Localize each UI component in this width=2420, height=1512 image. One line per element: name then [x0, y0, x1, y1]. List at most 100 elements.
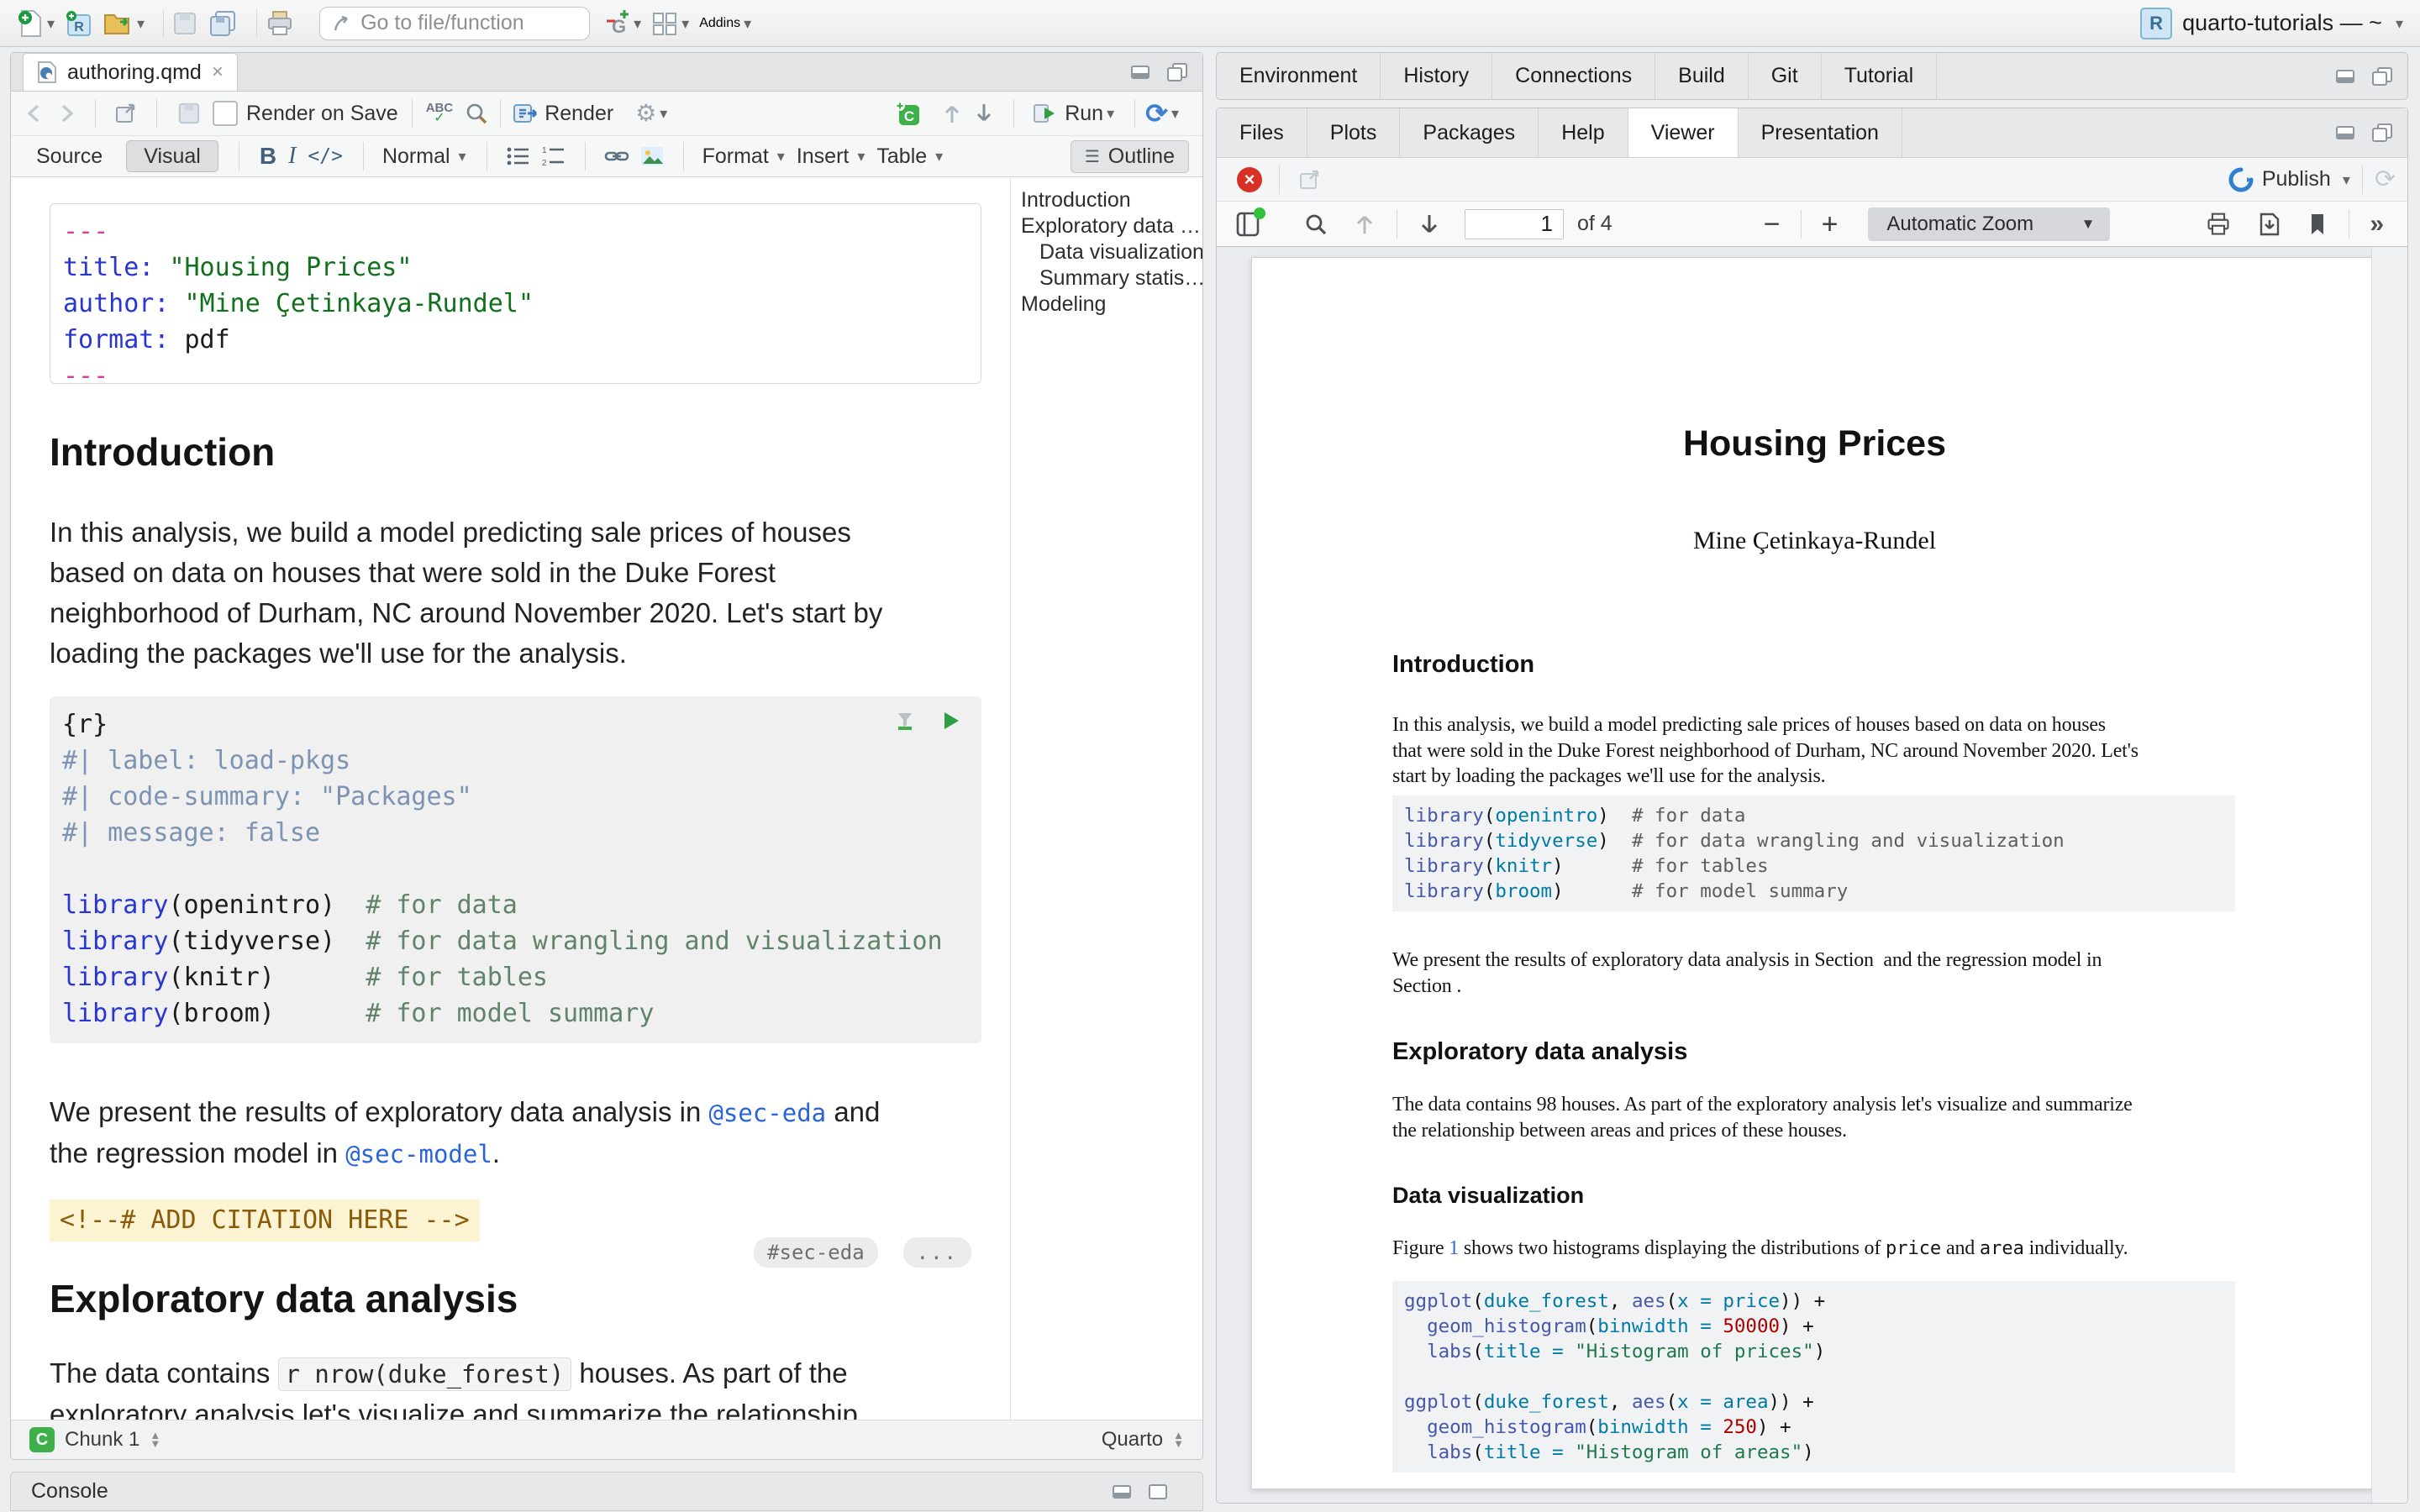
numbered-list-icon[interactable]: 12 [541, 145, 566, 167]
tab-close-icon[interactable]: × [212, 60, 224, 84]
format-menu[interactable]: Format▾ [702, 144, 785, 169]
render-on-save-checkbox[interactable] [213, 101, 238, 126]
visual-editor-canvas[interactable]: ---title: "Housing Prices"author: "Mine … [11, 177, 1010, 1420]
insert-menu[interactable]: Insert▾ [797, 144, 865, 169]
bold-button[interactable]: B [260, 143, 276, 170]
pane-tab-connections[interactable]: Connections [1492, 53, 1655, 99]
pdf-sidebar-toggle[interactable] [1235, 211, 1260, 238]
chunk-options-icon[interactable] [894, 710, 916, 732]
pdf-zoom-select[interactable]: Automatic Zoom ▼ [1868, 207, 2110, 241]
maximize-pane-icon[interactable] [2370, 123, 2394, 143]
pdf-prev-page-icon-disabled[interactable] [1355, 213, 1375, 236]
chunk-nav-arrows[interactable]: ▲▼ [150, 1431, 160, 1448]
forward-icon[interactable] [55, 102, 76, 124]
minimize-pane-icon[interactable] [1130, 63, 1152, 81]
pane-tab-tutorial[interactable]: Tutorial [1822, 53, 1937, 99]
viewer-popout-icon-disabled[interactable] [1298, 169, 1322, 191]
minimize-pane-icon[interactable] [1112, 1483, 1134, 1501]
run-previous-icon[interactable] [941, 102, 963, 125]
pdf-page-input[interactable] [1465, 209, 1564, 239]
outline-item[interactable]: Summary statis… [1011, 265, 1202, 291]
pdf-more-tools-button[interactable]: » [2370, 210, 2384, 239]
visual-mode-button[interactable]: Visual [126, 140, 218, 172]
doc-type-arrows[interactable]: ▲▼ [1173, 1431, 1184, 1448]
pdf-bookmark-icon[interactable] [2308, 212, 2327, 237]
find-replace-icon[interactable] [465, 102, 488, 125]
section-id-badge[interactable]: #sec-eda [754, 1237, 878, 1268]
paragraph-style-select[interactable]: Normal▾ [382, 144, 466, 169]
outline-item[interactable]: Data visualization [1011, 239, 1202, 265]
refresh-icon-disabled[interactable]: ⟳ [2375, 167, 2396, 192]
pane-tab-history[interactable]: History [1381, 53, 1492, 99]
maximize-pane-icon[interactable] [2370, 66, 2394, 87]
outline-item[interactable]: Modeling [1011, 291, 1202, 318]
bullet-list-icon[interactable] [506, 145, 531, 167]
pane-tab-environment[interactable]: Environment [1217, 53, 1381, 99]
chunk-indicator[interactable]: Chunk 1 [65, 1428, 139, 1452]
maximize-pane-icon[interactable] [1147, 1483, 1169, 1501]
tab-authoring-qmd[interactable]: authoring.qmd × [23, 53, 238, 91]
popout-icon[interactable] [114, 102, 138, 124]
minimize-pane-icon[interactable] [2335, 67, 2357, 86]
pane-tab-presentation[interactable]: Presentation [1739, 108, 1902, 157]
insert-chunk-button[interactable]: C [894, 100, 921, 127]
run-button[interactable]: Run ▾ [1033, 102, 1114, 126]
back-icon[interactable] [24, 102, 46, 124]
source-mode-button[interactable]: Source [24, 144, 114, 169]
pdf-scrollbar[interactable] [2371, 247, 2407, 1503]
pdf-print-icon[interactable] [2206, 212, 2231, 237]
publish-button[interactable]: Publish ▾ [2228, 167, 2350, 192]
version-control-button[interactable]: G ▾ [605, 9, 641, 38]
rerun-button[interactable]: ⟳ ▾ [1145, 100, 1179, 127]
save-button-disabled[interactable] [172, 11, 197, 36]
pane-tab-build[interactable]: Build [1655, 53, 1749, 99]
pdf-download-icon[interactable] [2258, 212, 2281, 237]
goto-file-search[interactable]: Go to file/function [319, 7, 590, 40]
pdf-zoom-out-button[interactable]: − [1764, 210, 1781, 239]
outline-item[interactable]: Introduction [1011, 187, 1202, 213]
clear-viewer-button[interactable]: × [1237, 167, 1262, 192]
new-file-button[interactable]: ▾ [17, 9, 55, 38]
outline-toggle-button[interactable]: ☰ Outline [1071, 140, 1189, 173]
pane-tab-files[interactable]: Files [1217, 108, 1307, 157]
open-file-button[interactable]: ▾ [103, 10, 145, 37]
render-settings-button[interactable]: ⚙ ▾ [635, 102, 667, 125]
yaml-front-matter[interactable]: ---title: "Housing Prices"author: "Mine … [50, 203, 981, 384]
addins-button[interactable]: Addins ▾ [699, 16, 751, 31]
print-button[interactable] [266, 10, 294, 37]
workspace-panes-button[interactable]: ▾ [651, 11, 689, 36]
pane-tab-plots[interactable]: Plots [1307, 108, 1401, 157]
pdf-search-icon[interactable] [1304, 213, 1328, 236]
section-options-button[interactable]: ... [903, 1237, 971, 1268]
code-format-button[interactable]: </> [308, 145, 343, 167]
maximize-pane-icon[interactable] [1165, 62, 1189, 82]
pdf-next-page-icon[interactable] [1419, 213, 1439, 236]
pdf-zoom-in-button[interactable]: + [1822, 210, 1839, 239]
table-menu[interactable]: Table▾ [876, 144, 943, 169]
save-all-button[interactable] [208, 10, 238, 37]
pane-tab-viewer[interactable]: Viewer [1628, 108, 1739, 157]
run-next-icon[interactable] [973, 102, 995, 125]
outline-item[interactable]: Exploratory data … [1011, 213, 1202, 239]
project-menu[interactable]: R quarto-tutorials — ~ ▾ [2140, 8, 2403, 39]
italic-button[interactable]: I [288, 143, 296, 170]
minimize-pane-icon[interactable] [2335, 123, 2357, 142]
link-icon[interactable] [604, 145, 629, 167]
run-chunk-icon[interactable] [941, 710, 961, 732]
open-file-caret[interactable]: ▾ [137, 16, 145, 31]
pane-tab-help[interactable]: Help [1539, 108, 1628, 157]
image-icon[interactable] [639, 145, 665, 167]
new-project-button[interactable]: R [65, 9, 93, 38]
pdf-viewport[interactable]: Housing Prices Mine Çetinkaya-Rundel Int… [1217, 247, 2407, 1503]
console-pane-header[interactable]: Console [10, 1472, 1203, 1511]
spellcheck-icon[interactable]: ABC✓ [426, 103, 454, 123]
pane-tab-git[interactable]: Git [1749, 53, 1822, 99]
new-file-caret[interactable]: ▾ [47, 16, 55, 31]
panes-caret[interactable]: ▾ [681, 16, 689, 31]
save-icon-disabled[interactable] [177, 102, 201, 125]
version-control-caret[interactable]: ▾ [634, 16, 641, 31]
render-button[interactable]: Render [513, 102, 613, 126]
doc-type-label[interactable]: Quarto [1102, 1428, 1163, 1452]
r-code-chunk[interactable]: {r}#| label: load-pkgs#| code-summary: "… [50, 696, 981, 1043]
pane-tab-packages[interactable]: Packages [1400, 108, 1539, 157]
